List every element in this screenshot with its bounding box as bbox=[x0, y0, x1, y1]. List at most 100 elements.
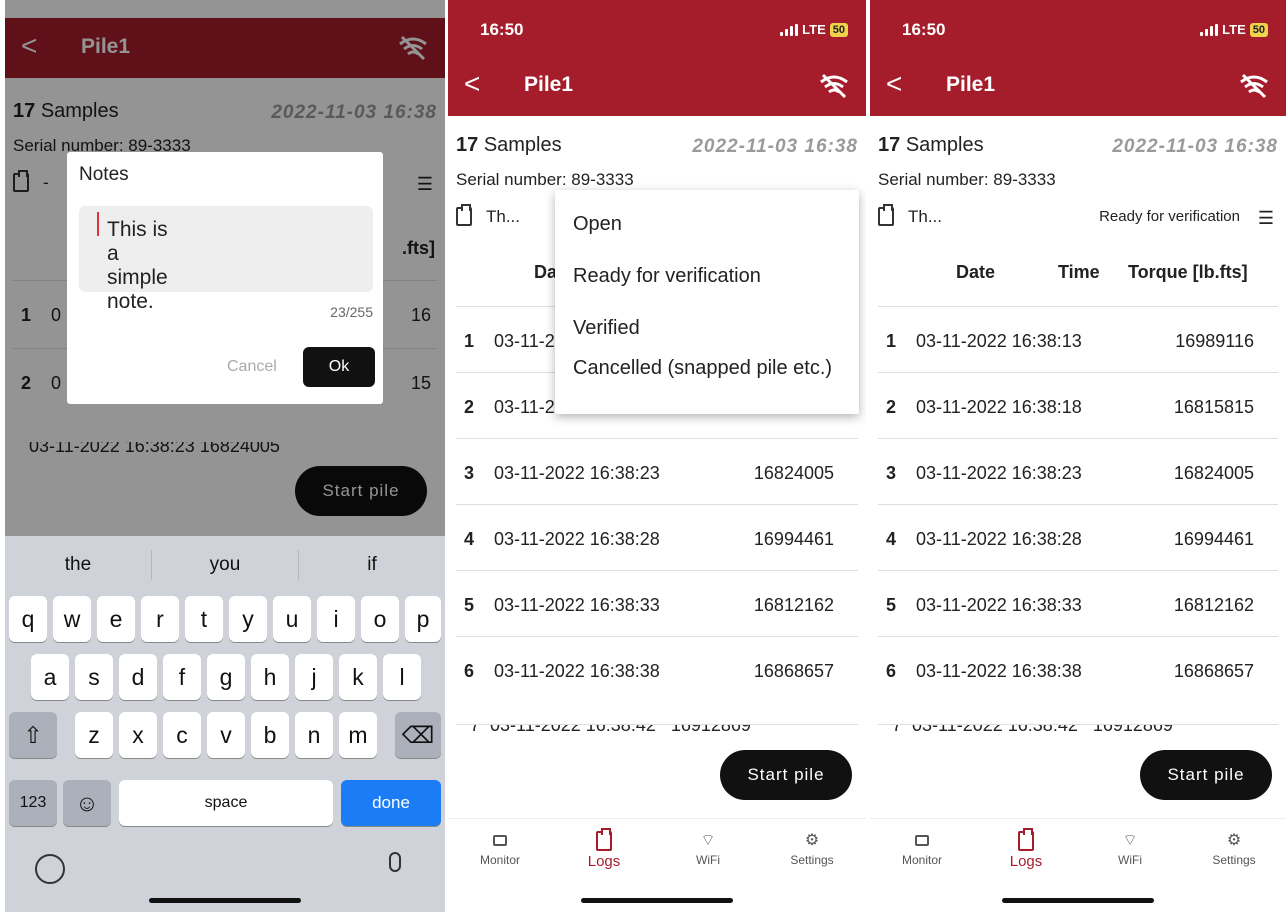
note-preview: Th... bbox=[908, 207, 943, 226]
backspace-key[interactable]: ⌫ bbox=[395, 712, 441, 758]
nav-logs[interactable]: Logs bbox=[552, 828, 656, 870]
key-m[interactable]: m bbox=[339, 712, 377, 758]
notes-dialog: Notes This is a simple note. 23/255 Canc… bbox=[67, 152, 383, 404]
signal-indicators: LTE 50 bbox=[1200, 22, 1268, 37]
key-e[interactable]: e bbox=[97, 596, 135, 642]
ok-button[interactable]: Ok bbox=[303, 347, 375, 387]
back-button[interactable]: < bbox=[464, 70, 480, 98]
battery-icon: 50 bbox=[1249, 22, 1268, 37]
notes-screen: < Pile1 17 Samples 2022-11-03 16:38 Seri… bbox=[5, 0, 445, 912]
keyboard: the you if q w e r t y u i o p a s d f g… bbox=[5, 536, 445, 912]
list-icon[interactable]: ☰ bbox=[1258, 208, 1274, 229]
key-l[interactable]: l bbox=[383, 654, 421, 700]
serial-number: Serial number: 89-3333 bbox=[456, 170, 634, 189]
note-textarea[interactable]: This is a simple note. bbox=[79, 206, 373, 313]
char-counter: 23/255 bbox=[330, 304, 373, 320]
samples-count: 17 Samples bbox=[878, 134, 984, 156]
key-w[interactable]: w bbox=[53, 596, 91, 642]
dialog-title: Notes bbox=[79, 164, 129, 185]
key-n[interactable]: n bbox=[295, 712, 333, 758]
key-x[interactable]: x bbox=[119, 712, 157, 758]
log-detail-screen: 16:50 LTE 50 < Pile1 17 Samples 2022-11-… bbox=[870, 0, 1286, 912]
key-a[interactable]: a bbox=[31, 654, 69, 700]
wifi-icon: ⌔ bbox=[1122, 832, 1138, 849]
gear-icon: ⚙ bbox=[804, 832, 820, 849]
gear-icon: ⚙ bbox=[1226, 832, 1242, 849]
numbers-key[interactable]: 123 bbox=[9, 780, 57, 826]
signal-icon bbox=[780, 23, 799, 36]
key-o[interactable]: o bbox=[361, 596, 399, 642]
wifi-icon: ⌔ bbox=[700, 832, 716, 849]
app-bar: < Pile1 bbox=[448, 56, 866, 116]
shift-key[interactable]: ⇧ bbox=[9, 712, 57, 758]
key-c[interactable]: c bbox=[163, 712, 201, 758]
wifi-off-icon[interactable] bbox=[818, 70, 850, 102]
key-u[interactable]: u bbox=[273, 596, 311, 642]
suggestion[interactable]: if bbox=[299, 554, 445, 576]
page-title: Pile1 bbox=[524, 73, 574, 96]
note-preview: Th... bbox=[486, 207, 521, 226]
text-caret bbox=[97, 212, 99, 237]
status-option-open[interactable]: Open bbox=[573, 212, 843, 236]
note-text: This is a simple note. bbox=[107, 218, 168, 313]
clipboard-icon bbox=[596, 828, 612, 851]
table-row: 5 03-11-2022 16:38:33 16812162 bbox=[878, 570, 1278, 636]
done-key[interactable]: done bbox=[341, 780, 441, 826]
key-j[interactable]: j bbox=[295, 654, 333, 700]
wifi-off-icon[interactable] bbox=[1238, 70, 1270, 102]
app-bar: < Pile1 bbox=[870, 56, 1286, 116]
key-s[interactable]: s bbox=[75, 654, 113, 700]
start-pile-button[interactable]: Start pile bbox=[720, 750, 852, 800]
emoji-key[interactable]: ☺ bbox=[63, 780, 111, 826]
key-v[interactable]: v bbox=[207, 712, 245, 758]
clipboard-icon bbox=[1018, 828, 1034, 851]
nav-settings[interactable]: ⚙ Settings bbox=[1182, 829, 1286, 867]
nav-monitor[interactable]: Monitor bbox=[870, 829, 974, 867]
status-badge[interactable]: Ready for verification bbox=[1099, 208, 1240, 225]
start-pile-button[interactable]: Start pile bbox=[1140, 750, 1272, 800]
key-h[interactable]: h bbox=[251, 654, 289, 700]
nav-monitor[interactable]: Monitor bbox=[448, 829, 552, 867]
key-g[interactable]: g bbox=[207, 654, 245, 700]
page-title: Pile1 bbox=[946, 73, 996, 96]
suggestion[interactable]: the bbox=[5, 554, 151, 576]
key-z[interactable]: z bbox=[75, 712, 113, 758]
back-button[interactable]: < bbox=[886, 70, 902, 98]
suggestion[interactable]: you bbox=[152, 554, 298, 576]
status-bar: 16:50 LTE 50 bbox=[448, 0, 866, 56]
nav-wifi[interactable]: ⌔ WiFi bbox=[656, 829, 760, 867]
cancel-button[interactable]: Cancel bbox=[227, 358, 277, 376]
monitor-icon bbox=[915, 835, 929, 846]
key-d[interactable]: d bbox=[119, 654, 157, 700]
table-row-partial: 7 03-11-2022 16:38:42 16912869 bbox=[878, 724, 1278, 736]
key-r[interactable]: r bbox=[141, 596, 179, 642]
table-row: 5 03-11-2022 16:38:33 16812162 bbox=[456, 570, 858, 636]
serial-number: Serial number: 89-3333 bbox=[878, 170, 1056, 189]
key-f[interactable]: f bbox=[163, 654, 201, 700]
mic-icon[interactable] bbox=[389, 852, 401, 872]
key-t[interactable]: t bbox=[185, 596, 223, 642]
signal-indicators: LTE 50 bbox=[780, 22, 848, 37]
home-indicator bbox=[149, 898, 301, 903]
time-header: Time bbox=[1058, 262, 1100, 282]
clipboard-icon bbox=[878, 204, 894, 227]
table-row: 6 03-11-2022 16:38:38 16868657 bbox=[456, 636, 858, 702]
status-option-verified[interactable]: Verified bbox=[573, 316, 843, 340]
key-b[interactable]: b bbox=[251, 712, 289, 758]
key-k[interactable]: k bbox=[339, 654, 377, 700]
status-option-cancelled[interactable]: Cancelled (snapped pile etc.) bbox=[573, 356, 843, 380]
signal-icon bbox=[1200, 23, 1219, 36]
nav-settings[interactable]: ⚙ Settings bbox=[760, 829, 864, 867]
table-row-partial: 7 03-11-2022 16:38:42 16912869 bbox=[456, 724, 858, 736]
nav-logs[interactable]: Logs bbox=[974, 828, 1078, 870]
nav-wifi[interactable]: ⌔ WiFi bbox=[1078, 829, 1182, 867]
space-key[interactable]: space bbox=[119, 780, 333, 826]
table-row: 6 03-11-2022 16:38:38 16868657 bbox=[878, 636, 1278, 702]
globe-icon[interactable] bbox=[35, 854, 65, 884]
key-p[interactable]: p bbox=[405, 596, 441, 642]
key-q[interactable]: q bbox=[9, 596, 47, 642]
key-i[interactable]: i bbox=[317, 596, 355, 642]
key-y[interactable]: y bbox=[229, 596, 267, 642]
note-row[interactable]: Th... Ready for verification ☰ bbox=[878, 204, 1278, 232]
status-option-ready[interactable]: Ready for verification bbox=[573, 264, 843, 288]
